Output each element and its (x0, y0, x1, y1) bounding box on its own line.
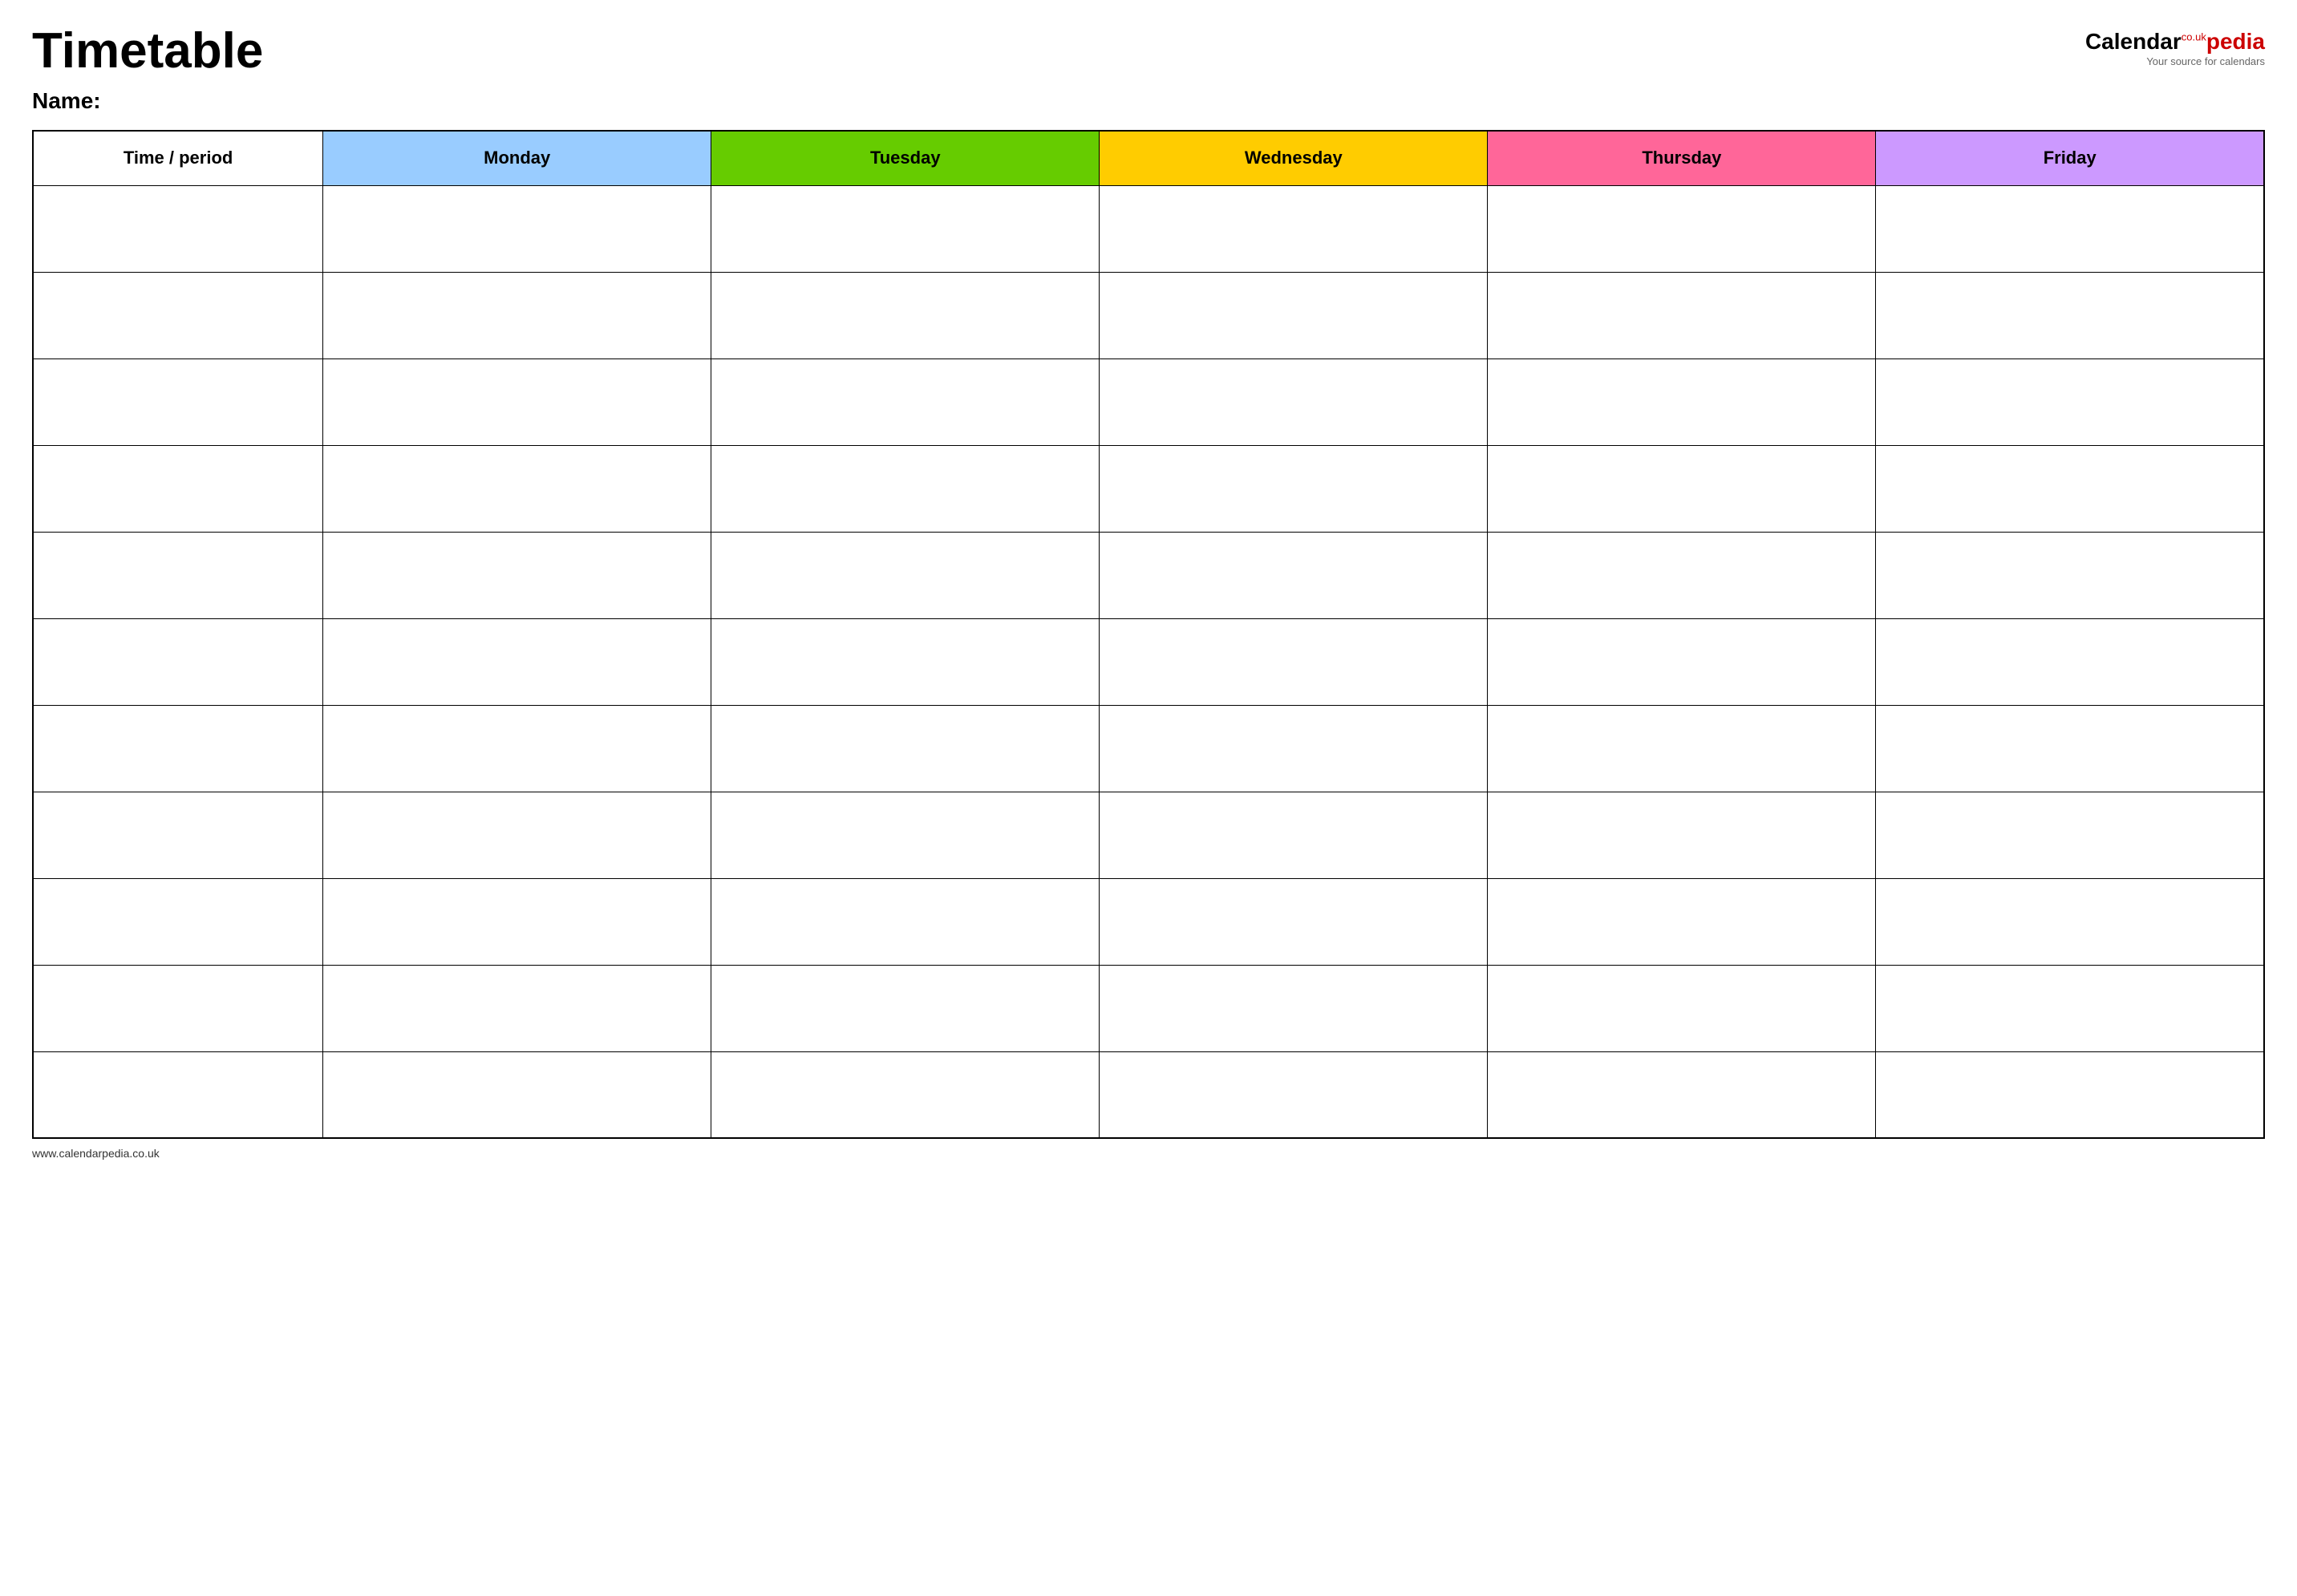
logo-pedia: pedia (2206, 29, 2265, 54)
col-header-monday: Monday (323, 131, 711, 185)
footer-url: www.calendarpedia.co.uk (32, 1147, 160, 1160)
table-cell[interactable] (1488, 965, 1876, 1051)
table-cell[interactable] (1488, 532, 1876, 618)
table-cell[interactable] (1100, 185, 1488, 272)
table-cell[interactable] (711, 618, 1100, 705)
table-cell[interactable] (33, 272, 323, 358)
logo-area: Calendarco.ukpedia Your source for calen… (2085, 24, 2265, 67)
table-cell[interactable] (33, 1051, 323, 1138)
table-cell[interactable] (1488, 1051, 1876, 1138)
table-header: Time / period Monday Tuesday Wednesday T… (33, 131, 2264, 185)
table-row (33, 965, 2264, 1051)
table-cell[interactable] (323, 618, 711, 705)
table-cell[interactable] (711, 532, 1100, 618)
table-cell[interactable] (711, 445, 1100, 532)
table-cell[interactable] (1876, 272, 2264, 358)
col-header-friday: Friday (1876, 131, 2264, 185)
table-cell[interactable] (1488, 272, 1876, 358)
table-cell[interactable] (1100, 358, 1488, 445)
table-row (33, 792, 2264, 878)
footer: www.calendarpedia.co.uk (32, 1147, 2265, 1160)
table-cell[interactable] (323, 965, 711, 1051)
logo-couk: co.uk (2182, 31, 2206, 43)
table-cell[interactable] (1100, 705, 1488, 792)
table-body (33, 185, 2264, 1138)
table-cell[interactable] (323, 272, 711, 358)
timetable: Time / period Monday Tuesday Wednesday T… (32, 130, 2265, 1139)
table-cell[interactable] (711, 878, 1100, 965)
table-cell[interactable] (711, 792, 1100, 878)
table-cell[interactable] (711, 1051, 1100, 1138)
table-cell[interactable] (1100, 532, 1488, 618)
table-cell[interactable] (1100, 618, 1488, 705)
table-row (33, 358, 2264, 445)
table-cell[interactable] (1100, 965, 1488, 1051)
table-cell[interactable] (33, 618, 323, 705)
table-cell[interactable] (1488, 618, 1876, 705)
table-cell[interactable] (323, 532, 711, 618)
table-cell[interactable] (1876, 705, 2264, 792)
logo-calendar: Calendar (2085, 29, 2182, 54)
table-cell[interactable] (323, 792, 711, 878)
table-cell[interactable] (1488, 185, 1876, 272)
table-cell[interactable] (1876, 792, 2264, 878)
table-row (33, 878, 2264, 965)
table-cell[interactable] (1488, 445, 1876, 532)
table-cell[interactable] (1876, 1051, 2264, 1138)
col-header-tuesday: Tuesday (711, 131, 1100, 185)
col-header-thursday: Thursday (1488, 131, 1876, 185)
col-header-time: Time / period (33, 131, 323, 185)
table-row (33, 532, 2264, 618)
table-cell[interactable] (1100, 1051, 1488, 1138)
table-cell[interactable] (33, 185, 323, 272)
table-cell[interactable] (323, 445, 711, 532)
table-row (33, 705, 2264, 792)
table-cell[interactable] (33, 705, 323, 792)
table-cell[interactable] (711, 705, 1100, 792)
table-cell[interactable] (1876, 445, 2264, 532)
table-cell[interactable] (33, 358, 323, 445)
table-cell[interactable] (1876, 878, 2264, 965)
table-cell[interactable] (1876, 965, 2264, 1051)
table-cell[interactable] (33, 532, 323, 618)
table-cell[interactable] (711, 185, 1100, 272)
col-header-wednesday: Wednesday (1100, 131, 1488, 185)
table-cell[interactable] (711, 358, 1100, 445)
table-cell[interactable] (711, 272, 1100, 358)
table-cell[interactable] (1488, 358, 1876, 445)
name-label: Name: (32, 88, 263, 114)
table-cell[interactable] (1488, 878, 1876, 965)
header: Timetable Name: Calendarco.ukpedia Your … (32, 24, 2265, 114)
table-cell[interactable] (1488, 792, 1876, 878)
table-cell[interactable] (33, 965, 323, 1051)
table-cell[interactable] (711, 965, 1100, 1051)
table-cell[interactable] (33, 878, 323, 965)
table-cell[interactable] (1100, 445, 1488, 532)
table-cell[interactable] (1876, 358, 2264, 445)
table-cell[interactable] (1876, 618, 2264, 705)
table-cell[interactable] (1100, 272, 1488, 358)
table-cell[interactable] (33, 445, 323, 532)
table-cell[interactable] (1100, 878, 1488, 965)
logo-subtitle: Your source for calendars (2146, 55, 2265, 67)
table-row (33, 445, 2264, 532)
table-cell[interactable] (1100, 792, 1488, 878)
table-cell[interactable] (1876, 532, 2264, 618)
title-section: Timetable Name: (32, 24, 263, 114)
table-cell[interactable] (323, 358, 711, 445)
table-row (33, 272, 2264, 358)
table-cell[interactable] (33, 792, 323, 878)
table-cell[interactable] (323, 1051, 711, 1138)
table-row (33, 618, 2264, 705)
table-cell[interactable] (1876, 185, 2264, 272)
page-title: Timetable (32, 24, 263, 79)
table-row (33, 1051, 2264, 1138)
table-cell[interactable] (1488, 705, 1876, 792)
table-cell[interactable] (323, 185, 711, 272)
logo-text: Calendarco.ukpedia (2085, 28, 2265, 55)
table-row (33, 185, 2264, 272)
table-cell[interactable] (323, 878, 711, 965)
header-row: Time / period Monday Tuesday Wednesday T… (33, 131, 2264, 185)
table-cell[interactable] (323, 705, 711, 792)
